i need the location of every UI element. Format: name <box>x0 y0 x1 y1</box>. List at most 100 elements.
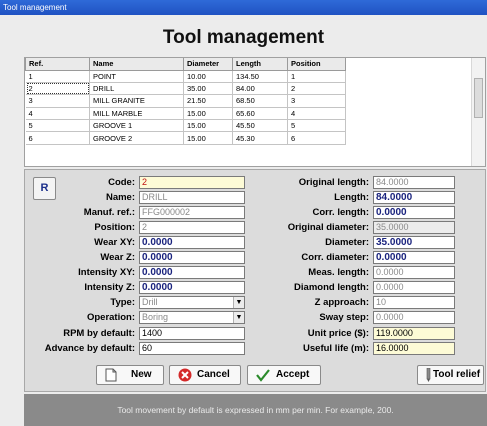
meas-length-label: Meas. length: <box>308 267 369 278</box>
position-field[interactable]: 2 <box>139 221 245 234</box>
wear-z-label: Wear Z: <box>100 252 135 263</box>
checkmark-icon <box>256 368 270 389</box>
new-document-icon <box>105 368 117 389</box>
cell-name: MILL GRANITE <box>89 94 184 108</box>
chevron-down-icon[interactable]: ▼ <box>233 312 244 323</box>
tool-relief-button[interactable]: Tool relief <box>417 365 484 385</box>
accept-button-label: Accept <box>276 369 310 380</box>
length-label: Length: <box>334 192 369 203</box>
accept-button[interactable]: Accept <box>247 365 321 385</box>
cell-diameter: 15.00 <box>183 107 233 121</box>
window-title: Tool management <box>3 3 67 12</box>
diamond-length-field[interactable]: 0.0000 <box>373 281 455 294</box>
cell-name: DRILL <box>89 82 184 96</box>
wear-z-field[interactable]: 0.0000 <box>139 251 245 264</box>
intensity-z-field[interactable]: 0.0000 <box>139 281 245 294</box>
name-field[interactable]: DRILL <box>139 191 245 204</box>
cell-diameter: 35.00 <box>183 82 233 96</box>
operation-label: Operation: <box>86 312 135 323</box>
original-diameter-field[interactable]: 35.0000 <box>373 221 455 234</box>
cell-name: GROOVE 2 <box>89 131 184 145</box>
original-diameter-label: Original diameter: <box>287 222 369 233</box>
column-header-name[interactable]: Name <box>89 58 184 71</box>
table-row[interactable]: 3 MILL GRANITE 21.50 68.50 3 <box>25 94 346 108</box>
original-length-field[interactable]: 84.0000 <box>373 176 455 189</box>
cell-diameter: 15.00 <box>183 131 233 145</box>
rpm-field[interactable]: 1400 <box>139 327 245 340</box>
cell-name: MILL MARBLE <box>89 107 184 121</box>
cell-ref: 1 <box>25 70 90 83</box>
cell-length: 134.50 <box>232 70 288 83</box>
useful-life-field[interactable]: 16.0000 <box>373 342 455 355</box>
cell-position: 4 <box>287 107 346 121</box>
cell-ref: 3 <box>25 94 90 108</box>
cell-ref: 2 <box>25 82 90 96</box>
table-row[interactable]: 1 POINT 10.00 134.50 1 <box>25 70 346 83</box>
table-row[interactable]: 5 GROOVE 1 15.00 45.50 5 <box>25 119 346 133</box>
advance-label: Advance by default: <box>44 343 135 354</box>
type-label: Type: <box>110 297 135 308</box>
intensity-xy-field[interactable]: 0.0000 <box>139 266 245 279</box>
cell-diameter: 15.00 <box>183 119 233 133</box>
cell-length: 68.50 <box>232 94 288 108</box>
z-approach-label: Z approach: <box>314 297 369 308</box>
wear-xy-field[interactable]: 0.0000 <box>139 236 245 249</box>
cell-position: 3 <box>287 94 346 108</box>
column-header-length[interactable]: Length <box>232 58 288 71</box>
table-row[interactable]: 4 MILL MARBLE 15.00 65.60 4 <box>25 107 346 121</box>
table-header-row: Ref. Name Diameter Length Position <box>25 58 346 71</box>
r-button[interactable]: R <box>33 177 56 200</box>
sway-step-label: Sway step: <box>319 312 369 323</box>
page-title: Tool management <box>162 27 325 48</box>
diamond-length-label: Diamond length: <box>294 282 369 293</box>
column-header-diameter[interactable]: Diameter <box>183 58 233 71</box>
wear-xy-label: Wear XY: <box>94 237 135 248</box>
cell-position: 1 <box>287 70 346 83</box>
type-select[interactable]: Drill ▼ <box>139 296 245 309</box>
column-header-ref[interactable]: Ref. <box>25 58 90 71</box>
new-button[interactable]: New <box>96 365 164 385</box>
diameter-label: Diameter: <box>325 237 369 248</box>
manuf-ref-field[interactable]: FFG000002 <box>139 206 245 219</box>
advance-field[interactable]: 60 <box>139 342 245 355</box>
column-header-position[interactable]: Position <box>287 58 346 71</box>
corr-length-field[interactable]: 0.0000 <box>373 206 455 219</box>
cell-diameter: 21.50 <box>183 94 233 108</box>
cell-ref: 4 <box>25 107 90 121</box>
meas-length-field[interactable]: 0.0000 <box>373 266 455 279</box>
scrollbar-thumb[interactable] <box>474 78 483 118</box>
tool-icon <box>424 367 432 389</box>
z-approach-field[interactable]: 10 <box>373 296 455 309</box>
unit-price-label: Unit price ($): <box>307 328 369 339</box>
sway-step-field[interactable]: 0.0000 <box>373 311 455 324</box>
original-length-label: Original length: <box>298 177 369 188</box>
type-value: Drill <box>142 297 158 307</box>
useful-life-label: Useful life (m): <box>303 343 369 354</box>
cancel-button[interactable]: Cancel <box>169 365 241 385</box>
intensity-xy-label: Intensity XY: <box>78 267 135 278</box>
length-field[interactable]: 84.0000 <box>373 191 455 204</box>
table-row-selected[interactable]: 2 DRILL 35.00 84.00 2 <box>25 82 346 96</box>
name-label: Name: <box>105 192 135 203</box>
corr-diameter-label: Corr. diameter: <box>301 252 369 263</box>
window-titlebar: Tool management <box>0 0 487 15</box>
cell-diameter: 10.00 <box>183 70 233 83</box>
table-row[interactable]: 6 GROOVE 2 15.00 45.30 6 <box>25 131 346 145</box>
tools-table[interactable]: Ref. Name Diameter Length Position 1 POI… <box>24 57 486 167</box>
table-scrollbar[interactable] <box>471 58 485 166</box>
code-field[interactable]: 2 <box>139 176 245 189</box>
operation-select[interactable]: Boring ▼ <box>139 311 245 324</box>
diameter-field[interactable]: 35.0000 <box>373 236 455 249</box>
cancel-x-icon <box>178 368 192 389</box>
cell-position: 6 <box>287 131 346 145</box>
new-button-label: New <box>131 369 152 380</box>
cell-position: 2 <box>287 82 346 96</box>
tool-details-panel: R Code: 2 Name: DRILL Manuf. ref.: FFG00… <box>24 169 486 392</box>
position-label: Position: <box>94 222 135 233</box>
cancel-button-label: Cancel <box>197 369 230 380</box>
cell-length: 84.00 <box>232 82 288 96</box>
unit-price-field[interactable]: 119.0000 <box>373 327 455 340</box>
intensity-z-label: Intensity Z: <box>84 282 135 293</box>
chevron-down-icon[interactable]: ▼ <box>233 297 244 308</box>
corr-diameter-field[interactable]: 0.0000 <box>373 251 455 264</box>
